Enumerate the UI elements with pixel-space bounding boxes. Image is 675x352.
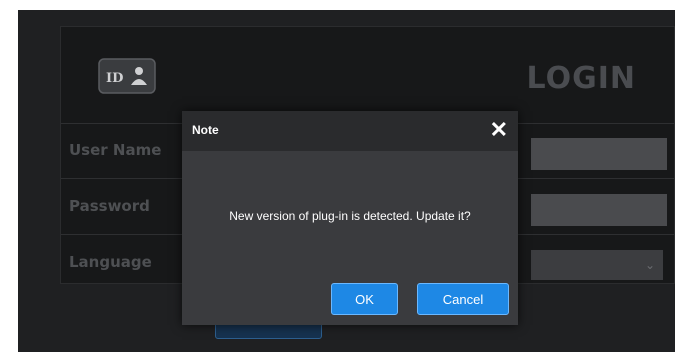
language-label: Language [69,253,152,271]
cancel-button[interactable]: Cancel [417,283,509,315]
update-dialog: Note ✕ New version of plug-in is detecte… [182,111,518,325]
ok-button[interactable]: OK [331,283,398,315]
chevron-down-icon: ⌄ [644,258,655,272]
language-select[interactable]: ⌄ [531,250,663,280]
close-icon[interactable]: ✕ [490,118,508,142]
username-label: User Name [69,141,162,159]
id-card-icon: ID [98,58,156,94]
login-header: ID LOGIN [61,27,674,124]
dialog-message: New version of plug-in is detected. Upda… [229,209,471,223]
login-title: LOGIN [526,61,636,96]
username-input[interactable] [531,138,667,170]
dialog-title: Note [192,123,219,137]
password-label: Password [69,197,150,215]
id-icon-text: ID [106,71,123,86]
password-input[interactable] [531,194,667,226]
dialog-header: Note ✕ [182,111,518,151]
